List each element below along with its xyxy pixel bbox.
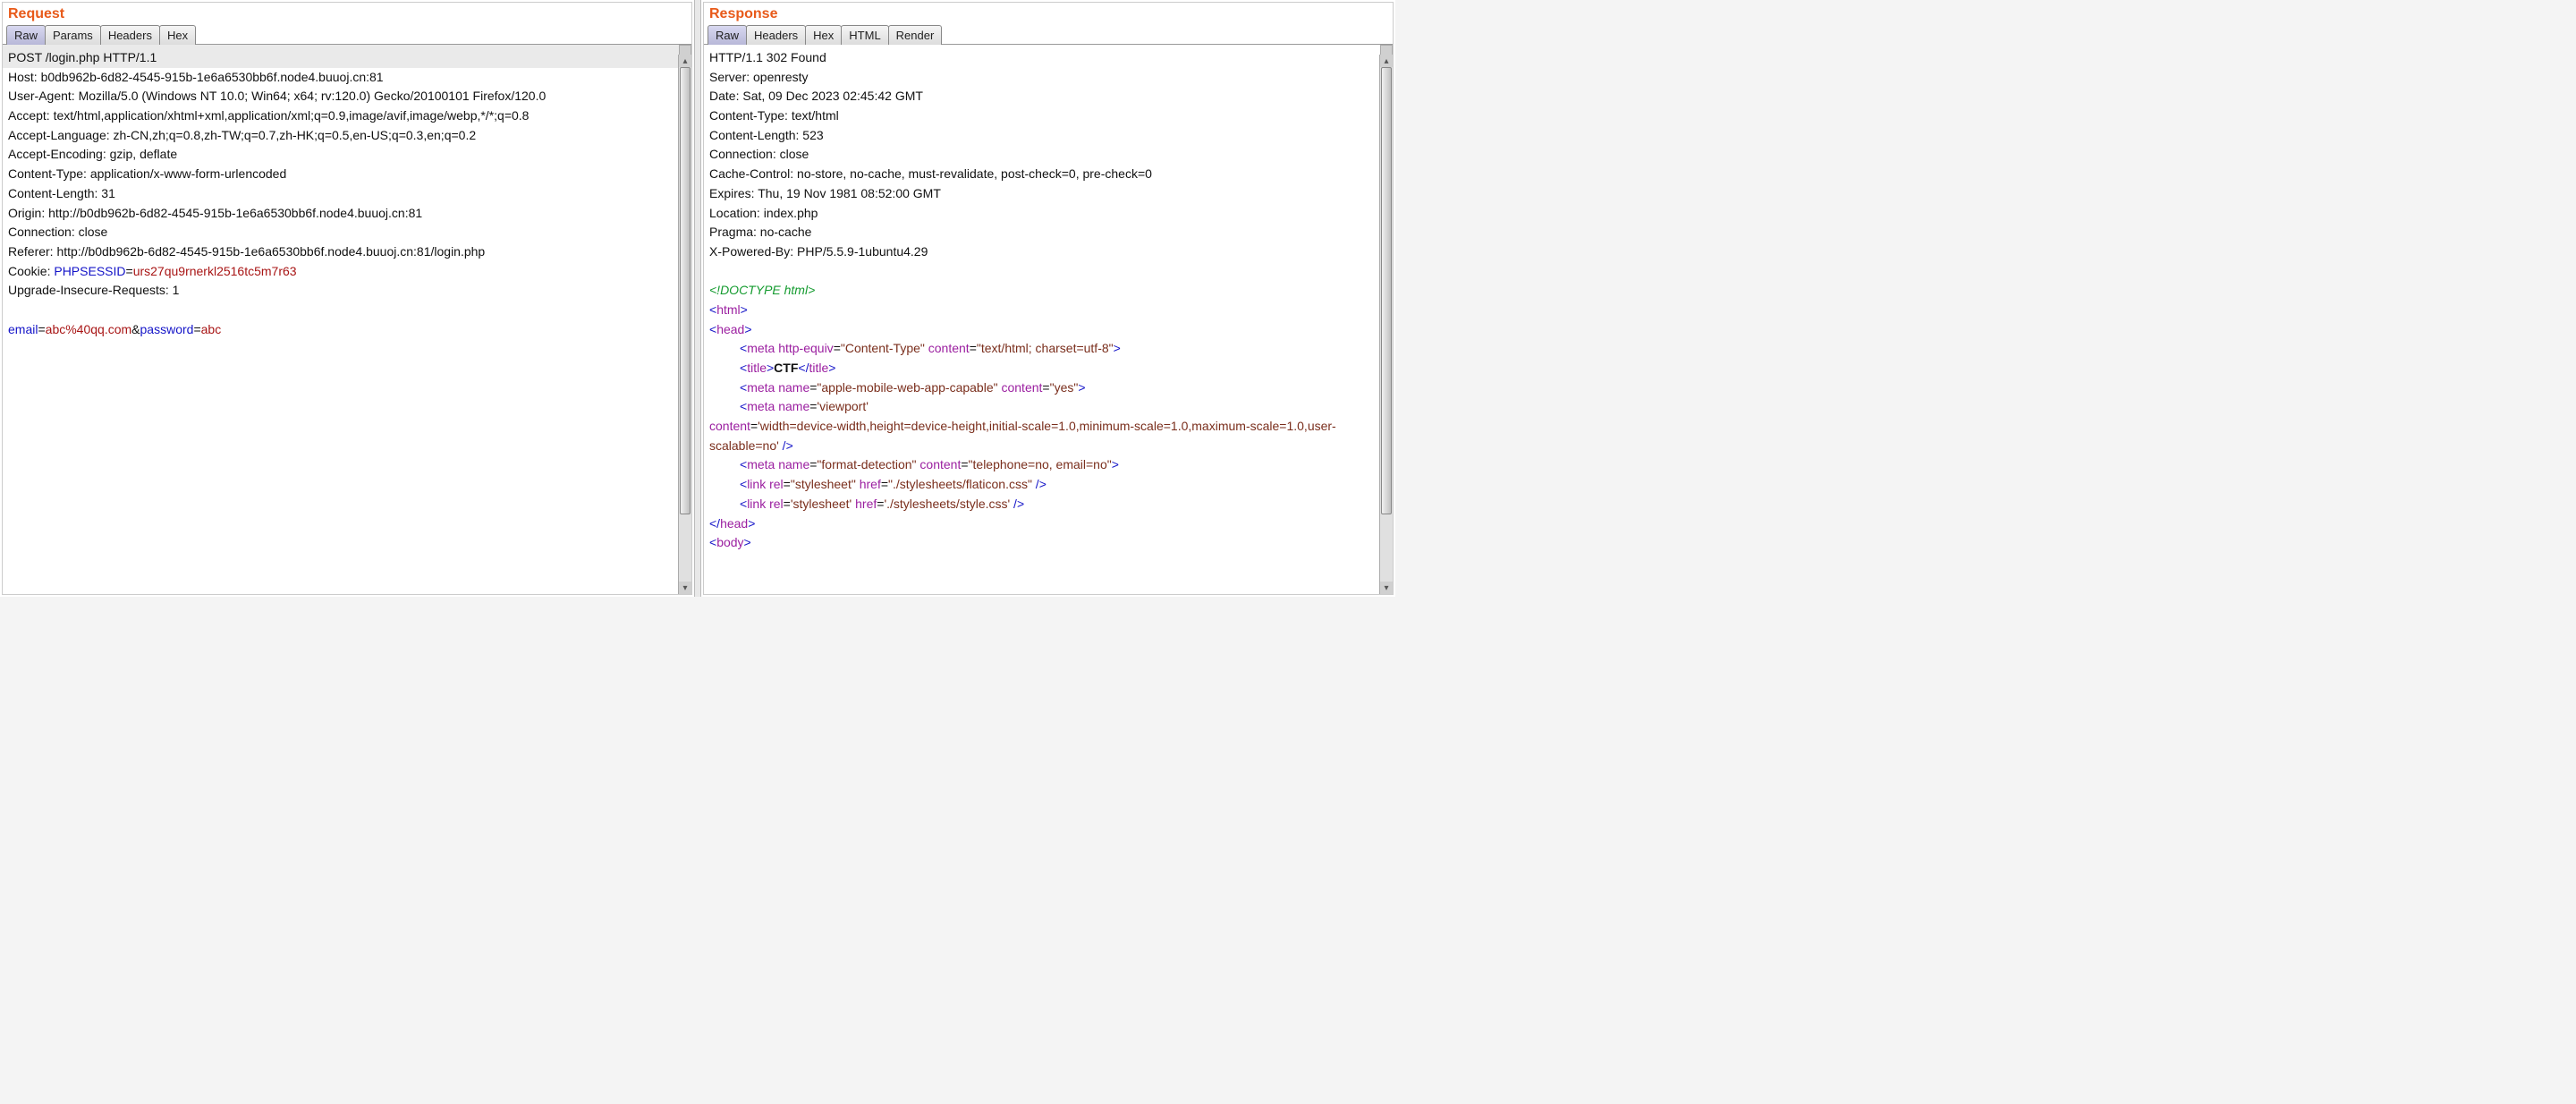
request-line	[8, 301, 686, 320]
response-line: <meta name="format-detection" content="t…	[709, 455, 1387, 475]
scrollbar-down-icon[interactable]: ▾	[1380, 582, 1393, 594]
tab-raw[interactable]: Raw	[6, 25, 46, 45]
response-line: Expires: Thu, 19 Nov 1981 08:52:00 GMT	[709, 184, 1387, 204]
tab-render[interactable]: Render	[888, 25, 943, 45]
response-title: Response	[704, 3, 1393, 24]
response-line: Pragma: no-cache	[709, 223, 1387, 242]
request-line: Accept: text/html,application/xhtml+xml,…	[8, 106, 686, 126]
response-tabs: RawHeadersHexHTMLRender	[704, 24, 1393, 45]
response-line: <head>	[709, 320, 1387, 340]
request-line: Upgrade-Insecure-Requests: 1	[8, 281, 686, 301]
response-line: Connection: close	[709, 145, 1387, 165]
request-line: email=abc%40qq.com&password=abc	[8, 320, 686, 340]
request-title: Request	[3, 3, 691, 24]
request-scrollbar[interactable]: ▴ ▾	[678, 55, 691, 594]
tab-raw[interactable]: Raw	[708, 25, 747, 45]
response-line: Location: index.php	[709, 204, 1387, 224]
response-line: Cache-Control: no-store, no-cache, must-…	[709, 165, 1387, 184]
scrollbar-up-icon[interactable]: ▴	[1380, 55, 1393, 67]
tab-headers[interactable]: Headers	[100, 25, 160, 45]
tab-hex[interactable]: Hex	[159, 25, 196, 45]
panel-divider[interactable]	[694, 0, 701, 597]
response-content[interactable]: HTTP/1.1 302 FoundServer: openrestyDate:…	[704, 45, 1393, 594]
response-line: <meta name="apple-mobile-web-app-capable…	[709, 378, 1387, 398]
request-line: Connection: close	[8, 223, 686, 242]
response-line: <meta http-equiv="Content-Type" content=…	[709, 339, 1387, 359]
request-line: Referer: http://b0db962b-6d82-4545-915b-…	[8, 242, 686, 262]
tab-params[interactable]: Params	[45, 25, 101, 45]
scrollbar-thumb[interactable]	[680, 67, 691, 514]
response-line: </head>	[709, 514, 1387, 534]
request-line: POST /login.php HTTP/1.1	[3, 45, 691, 68]
request-line: Origin: http://b0db962b-6d82-4545-915b-1…	[8, 204, 686, 224]
response-line: <body>	[709, 533, 1387, 553]
request-line: User-Agent: Mozilla/5.0 (Windows NT 10.0…	[8, 87, 686, 106]
response-line	[709, 262, 1387, 282]
request-line: Host: b0db962b-6d82-4545-915b-1e6a6530bb…	[8, 68, 686, 88]
scrollbar-thumb[interactable]	[1381, 67, 1392, 514]
response-line: Content-Type: text/html	[709, 106, 1387, 126]
main-container: Request RawParamsHeadersHex POST /login.…	[0, 0, 1395, 597]
response-line: <title>CTF</title>	[709, 359, 1387, 378]
response-line: X-Powered-By: PHP/5.5.9-1ubuntu4.29	[709, 242, 1387, 262]
request-line: Content-Length: 31	[8, 184, 686, 204]
response-line: HTTP/1.1 302 Found	[709, 48, 1387, 68]
response-panel: Response RawHeadersHexHTMLRender HTTP/1.…	[703, 2, 1394, 595]
response-line: Date: Sat, 09 Dec 2023 02:45:42 GMT	[709, 87, 1387, 106]
request-tabs: RawParamsHeadersHex	[3, 24, 691, 45]
response-line: <!DOCTYPE html>	[709, 281, 1387, 301]
scrollbar-down-icon[interactable]: ▾	[679, 582, 691, 594]
response-scrollbar[interactable]: ▴ ▾	[1379, 55, 1393, 594]
response-line: <html>	[709, 301, 1387, 320]
tab-html[interactable]: HTML	[841, 25, 888, 45]
response-line: content='width=device-width,height=devic…	[709, 417, 1387, 455]
response-line: Content-Length: 523	[709, 126, 1387, 146]
request-content[interactable]: POST /login.php HTTP/1.1Host: b0db962b-6…	[3, 45, 691, 594]
response-line: <link rel="stylesheet" href="./styleshee…	[709, 475, 1387, 495]
response-line: Server: openresty	[709, 68, 1387, 88]
request-panel: Request RawParamsHeadersHex POST /login.…	[2, 2, 692, 595]
tab-headers[interactable]: Headers	[746, 25, 806, 45]
request-line: Cookie: PHPSESSID=urs27qu9rnerkl2516tc5m…	[8, 262, 686, 282]
request-line: Content-Type: application/x-www-form-url…	[8, 165, 686, 184]
scrollbar-up-icon[interactable]: ▴	[679, 55, 691, 67]
response-line: <meta name='viewport'	[709, 397, 1387, 417]
request-line: Accept-Encoding: gzip, deflate	[8, 145, 686, 165]
tab-hex[interactable]: Hex	[805, 25, 842, 45]
request-line: Accept-Language: zh-CN,zh;q=0.8,zh-TW;q=…	[8, 126, 686, 146]
response-line: <link rel='stylesheet' href='./styleshee…	[709, 495, 1387, 514]
